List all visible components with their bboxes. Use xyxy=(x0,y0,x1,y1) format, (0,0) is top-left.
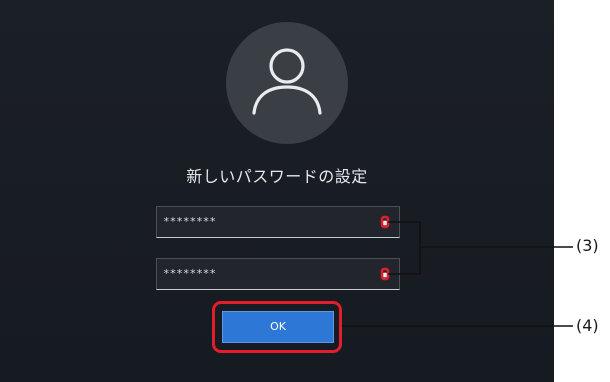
figure: 新しいパスワードの設定 ******** ******** OK (3) (4) xyxy=(0,0,610,382)
page-title: 新しいパスワードの設定 xyxy=(186,167,368,186)
ok-button-highlight xyxy=(212,301,342,353)
password-value: ******** xyxy=(163,215,216,228)
callout-label-ok: (4) xyxy=(576,316,599,335)
new-password-field[interactable]: ******** xyxy=(156,206,400,238)
eye-icon[interactable] xyxy=(381,219,389,227)
eye-icon[interactable] xyxy=(381,271,389,279)
user-icon xyxy=(252,48,322,115)
user-avatar xyxy=(226,22,348,144)
confirm-password-field[interactable]: ******** xyxy=(156,258,400,290)
password-value: ******** xyxy=(163,267,216,280)
callout-label-fields: (3) xyxy=(576,236,599,255)
